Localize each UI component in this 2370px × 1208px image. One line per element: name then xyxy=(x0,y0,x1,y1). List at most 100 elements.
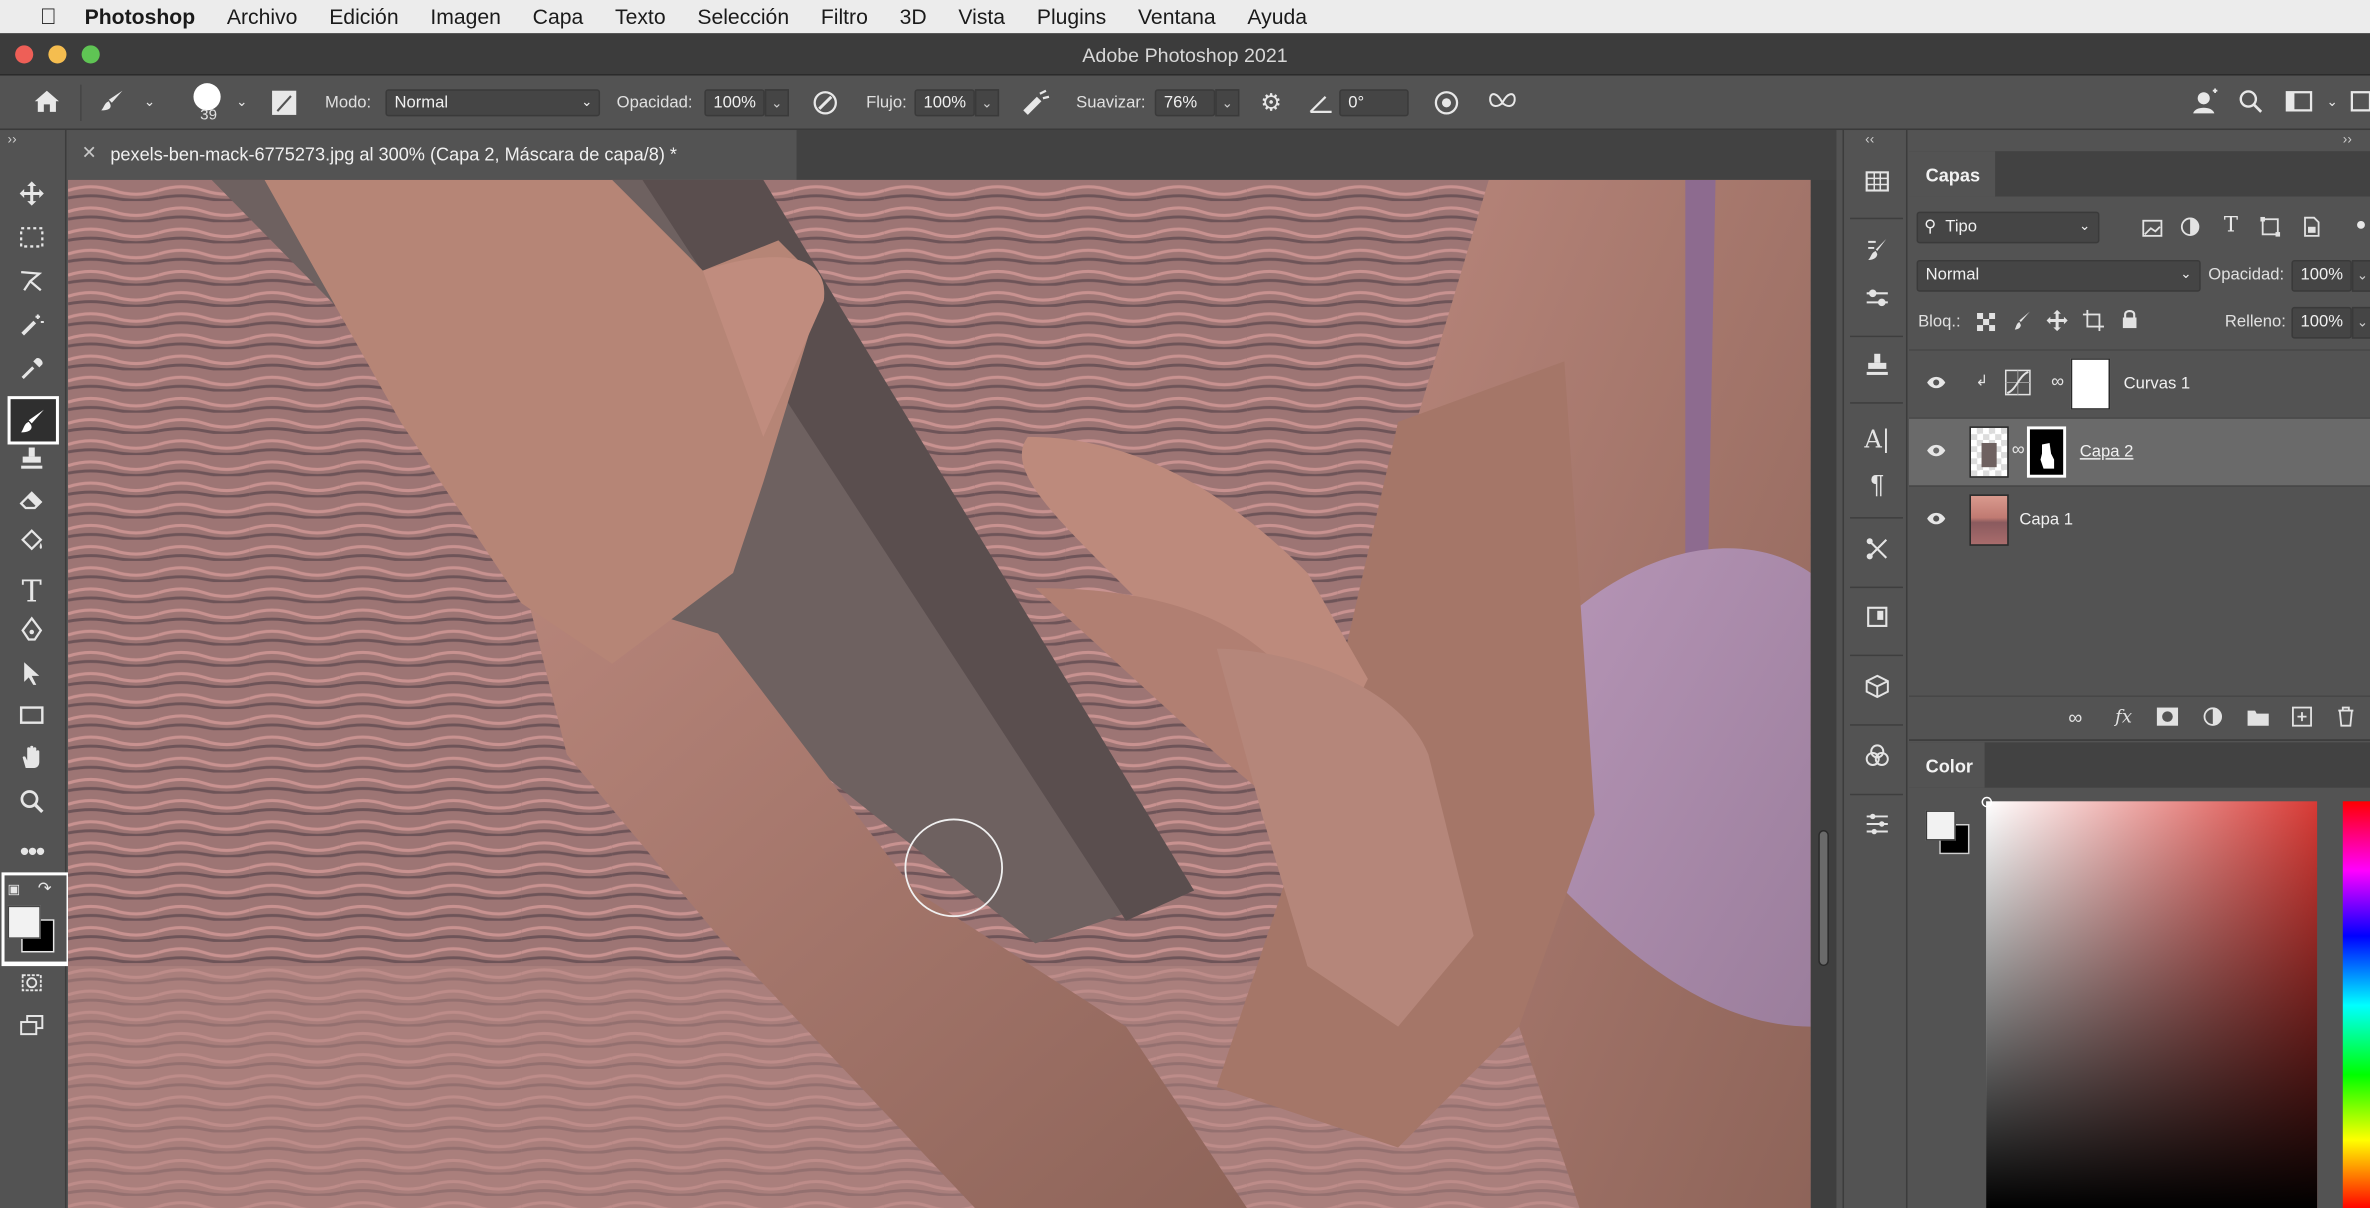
color-hue-slider[interactable] xyxy=(2342,801,2370,1208)
magic-wand-tool-icon[interactable] xyxy=(9,311,54,350)
layer-opacity-input[interactable]: 100% xyxy=(2291,260,2352,292)
clone-stamp-tool-icon[interactable] xyxy=(9,444,54,483)
move-tool-icon[interactable] xyxy=(9,180,54,219)
3d-panel-icon[interactable] xyxy=(1858,673,1897,712)
filter-toggle-icon[interactable]: ● xyxy=(2352,213,2370,237)
color-panel-foreground-swatch[interactable] xyxy=(1925,810,1956,841)
document-tab[interactable]: ✕ pexels-ben-mack-6775273.jpg al 300% (C… xyxy=(68,130,797,180)
menu-ventana[interactable]: Ventana xyxy=(1138,5,1216,29)
color-tab[interactable]: Color xyxy=(1908,742,1985,788)
layer-thumbnail[interactable] xyxy=(1969,494,2009,546)
brush-angle-input[interactable]: 0° xyxy=(1339,89,1409,117)
libraries-grid-icon[interactable] xyxy=(1858,168,1897,207)
layer-blend-mode-select[interactable]: Normal ⌄ xyxy=(1916,260,2201,292)
flow-dropdown-icon[interactable]: ⌄ xyxy=(974,89,1000,117)
menu-app-name[interactable]: Photoshop xyxy=(85,5,196,29)
menu-vista[interactable]: Vista xyxy=(958,5,1005,29)
menu-edicion[interactable]: Edición xyxy=(329,5,398,29)
brush-preset-dropdown-icon[interactable]: ⌄ xyxy=(141,94,159,112)
foreground-color-swatch[interactable] xyxy=(7,905,41,939)
tool-presets-icon[interactable] xyxy=(1858,535,1897,574)
lock-image-pixels-icon[interactable] xyxy=(2012,310,2033,331)
pen-tool-icon[interactable] xyxy=(9,615,54,654)
layer-row-curvas-1[interactable]: ↲ ∞ Curvas 1 xyxy=(1908,349,2370,417)
brush-settings-panel-icon[interactable] xyxy=(1858,284,1897,323)
filter-shape-layers-icon[interactable] xyxy=(2258,216,2282,240)
layer-visibility-eye-icon[interactable] xyxy=(1926,510,1947,531)
panel-options-icon[interactable] xyxy=(2347,88,2370,118)
smoothing-settings-gear-icon[interactable]: ⚙ xyxy=(1256,88,1286,118)
collapse-panel-icon[interactable]: ›› xyxy=(2343,132,2352,147)
menu-capa[interactable]: Capa xyxy=(533,5,584,29)
share-user-icon[interactable] xyxy=(2189,88,2222,118)
flow-input[interactable]: 100% xyxy=(914,89,975,117)
layer-mask-thumbnail[interactable] xyxy=(2070,358,2111,410)
brush-size-dropdown-icon[interactable]: ⌄ xyxy=(233,94,251,112)
quick-mask-icon[interactable] xyxy=(9,969,54,1008)
canvas-vertical-scrollbar[interactable] xyxy=(1810,179,1837,1208)
brush-preset-icon[interactable] xyxy=(97,88,130,118)
swap-colors-icon[interactable]: ↷ xyxy=(38,878,52,898)
character-panel-icon[interactable]: A| xyxy=(1858,420,1897,459)
menu-seleccion[interactable]: Selección xyxy=(697,5,789,29)
pressure-opacity-icon[interactable] xyxy=(809,88,842,118)
layer-fill-input[interactable]: 100% xyxy=(2291,306,2352,339)
layer-name[interactable]: Capa 2 xyxy=(2080,443,2134,461)
clone-source-icon[interactable] xyxy=(1858,351,1897,390)
edit-toolbar-more-icon[interactable]: ••• xyxy=(9,832,54,871)
properties-panel-icon[interactable] xyxy=(1858,810,1897,849)
brushes-panel-icon[interactable] xyxy=(1858,236,1897,275)
type-tool-icon[interactable]: T xyxy=(9,571,54,610)
layer-opacity-dropdown-icon[interactable]: ⌄ xyxy=(2351,260,2370,292)
lock-transparent-pixels-icon[interactable] xyxy=(1976,311,1997,332)
layer-fill-dropdown-icon[interactable]: ⌄ xyxy=(2351,306,2370,339)
menu-plugins[interactable]: Plugins xyxy=(1037,5,1106,29)
layers-tab[interactable]: Capas xyxy=(1908,151,1996,197)
path-selection-tool-icon[interactable] xyxy=(9,659,54,698)
brush-tip-preview[interactable] xyxy=(193,83,221,111)
brush-tool-icon[interactable] xyxy=(7,396,59,445)
filter-smart-objects-icon[interactable] xyxy=(2299,216,2323,240)
channels-panel-icon[interactable] xyxy=(1858,742,1897,781)
glyphs-panel-icon[interactable] xyxy=(1858,603,1897,642)
delete-layer-trash-icon[interactable] xyxy=(2332,706,2359,732)
brush-settings-icon[interactable] xyxy=(269,88,299,118)
pressure-size-icon[interactable] xyxy=(1428,88,1464,118)
lock-artboard-icon[interactable] xyxy=(2082,309,2104,332)
mask-link-icon[interactable]: ∞ xyxy=(2012,438,2025,459)
add-mask-icon[interactable] xyxy=(2154,706,2181,732)
paint-bucket-tool-icon[interactable] xyxy=(9,528,54,567)
document-canvas[interactable] xyxy=(68,179,1811,1208)
layer-row-capa-1[interactable]: Capa 1 xyxy=(1908,485,2370,553)
rectangle-tool-icon[interactable] xyxy=(9,702,54,741)
zoom-tool-icon[interactable] xyxy=(9,788,54,827)
smoothing-input[interactable]: 76% xyxy=(1154,89,1216,117)
menu-imagen[interactable]: Imagen xyxy=(430,5,501,29)
apple-logo-icon[interactable]:  xyxy=(30,4,66,30)
color-saturation-brightness-field[interactable] xyxy=(1986,801,2318,1208)
layer-row-capa-2[interactable]: ∞ Capa 2 xyxy=(1908,417,2370,486)
lasso-tool-icon[interactable] xyxy=(9,268,54,307)
eyedropper-tool-icon[interactable] xyxy=(9,355,54,394)
layer-visibility-eye-icon[interactable] xyxy=(1926,441,1947,462)
paragraph-panel-icon[interactable]: ¶ xyxy=(1858,466,1897,505)
home-icon[interactable] xyxy=(27,88,66,118)
layer-visibility-eye-icon[interactable] xyxy=(1926,373,1947,394)
search-icon[interactable] xyxy=(2235,88,2265,118)
workspace-dropdown-icon[interactable]: ⌄ xyxy=(2323,94,2341,112)
filter-adjustment-layers-icon[interactable] xyxy=(2178,216,2202,240)
new-adjustment-layer-icon[interactable] xyxy=(2199,706,2226,732)
layer-name[interactable]: Capa 1 xyxy=(2019,511,2073,529)
filter-pixel-layers-icon[interactable] xyxy=(2140,218,2164,239)
link-layers-icon[interactable]: ∞ xyxy=(2062,706,2089,729)
new-group-folder-icon[interactable] xyxy=(2245,706,2272,732)
layer-name[interactable]: Curvas 1 xyxy=(2124,375,2191,393)
filter-type-layers-icon[interactable]: T xyxy=(2219,213,2243,237)
layer-filter-select[interactable]: ⚲ Tipo ⌄ xyxy=(1916,211,2100,244)
menu-ayuda[interactable]: Ayuda xyxy=(1247,5,1307,29)
menu-3d[interactable]: 3D xyxy=(900,5,927,29)
lock-position-icon[interactable] xyxy=(2046,309,2068,332)
mask-link-icon[interactable]: ∞ xyxy=(2051,370,2064,391)
opacity-dropdown-icon[interactable]: ⌄ xyxy=(764,89,789,117)
default-colors-icon[interactable]: ▣ xyxy=(8,881,21,898)
